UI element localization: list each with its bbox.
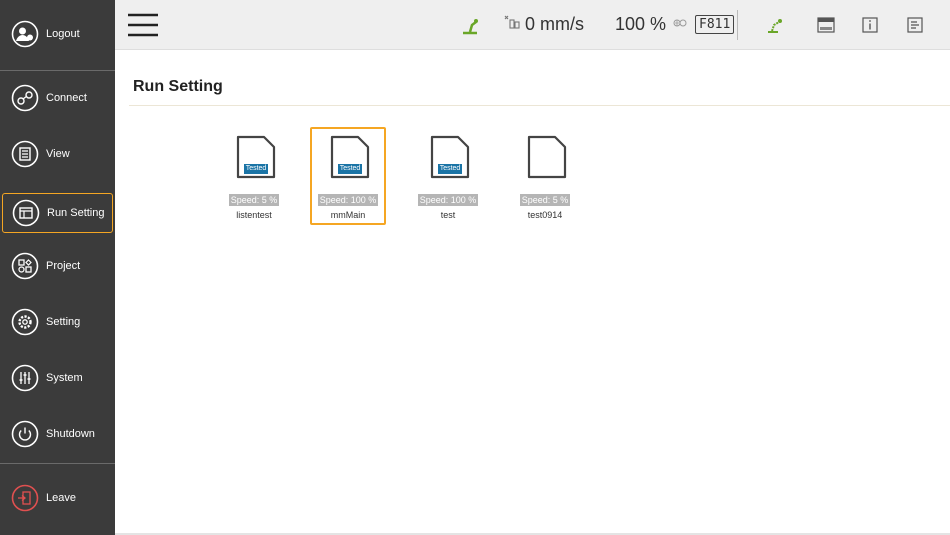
file-item-test[interactable]: Tested Speed: 100 % test	[410, 127, 486, 225]
speed-readout: 0 mm/s	[503, 0, 584, 49]
sidebar-item-label: Setting	[46, 316, 81, 328]
sidebar-item-setting[interactable]: Setting	[2, 302, 113, 342]
exit-door-icon	[10, 483, 40, 513]
percent-value: 100 %	[615, 14, 667, 34]
sidebar-item-view[interactable]: View	[2, 134, 113, 174]
file-name: test0914	[527, 210, 563, 220]
user-icon	[10, 19, 40, 49]
sidebar-item-label: Shutdown	[46, 428, 95, 440]
robot-arm-icon[interactable]	[765, 0, 785, 49]
hamburger-menu-icon[interactable]	[127, 12, 159, 38]
link-icon	[672, 16, 688, 34]
sidebar-item-label: Logout	[46, 28, 80, 40]
connect-icon	[10, 83, 40, 113]
view-icon	[10, 139, 40, 169]
speed-value: 0 mm/s	[525, 14, 585, 34]
sidebar-item-label: Run Setting	[47, 207, 105, 219]
top-bar: 0 mm/s 100 % F811	[115, 0, 950, 50]
sidebar-item-label: Leave	[46, 492, 76, 504]
sidebar-item-system[interactable]: System	[2, 358, 113, 398]
sidebar-item-run-setting[interactable]: Run Setting	[2, 193, 113, 233]
toolbar-divider	[737, 10, 738, 40]
sidebar-divider	[0, 70, 115, 71]
file-item-mmmain[interactable]: Tested Speed: 100 % mmMain	[310, 127, 386, 225]
file-speed: Speed: 5 %	[228, 194, 280, 206]
file-name: test	[440, 210, 456, 220]
percent-readout: 100 %	[615, 0, 688, 49]
run-setting-icon	[11, 198, 41, 228]
robot-status-icon	[459, 0, 481, 49]
file-item-listentest[interactable]: Tested Speed: 5 % listentest	[216, 127, 292, 225]
title-divider	[129, 105, 950, 106]
speed-mode-icon	[503, 13, 521, 36]
sidebar-item-shutdown[interactable]: Shutdown	[2, 414, 113, 454]
info-icon[interactable]	[862, 0, 878, 49]
sidebar-item-label: View	[46, 148, 70, 160]
file-name: listentest	[236, 210, 272, 220]
sidebar-item-logout[interactable]: Logout	[2, 14, 113, 54]
sidebar-item-leave[interactable]: Leave	[2, 478, 113, 518]
page-title: Run Setting	[133, 78, 223, 95]
panel-icon[interactable]	[817, 0, 835, 49]
sidebar-divider	[0, 463, 115, 464]
sidebar-item-project[interactable]: Project	[2, 246, 113, 286]
file-speed: Speed: 100 %	[317, 194, 379, 206]
power-icon	[10, 419, 40, 449]
tested-tag: Tested	[438, 164, 462, 174]
document-icon	[527, 135, 567, 179]
sidebar-item-label: System	[46, 372, 83, 384]
sidebar: Logout Connect View Run Setting Project …	[0, 0, 115, 535]
file-speed: Speed: 100 %	[417, 194, 479, 206]
sidebar-item-connect[interactable]: Connect	[2, 78, 113, 118]
log-icon[interactable]	[907, 0, 923, 49]
f811-badge[interactable]: F811	[695, 0, 735, 49]
sidebar-item-label: Connect	[46, 92, 87, 104]
file-item-test0914[interactable]: Speed: 5 % test0914	[507, 127, 583, 225]
sidebar-item-label: Project	[46, 260, 81, 272]
tested-tag: Tested	[244, 164, 268, 174]
file-speed: Speed: 5 %	[519, 194, 571, 206]
gear-icon	[10, 307, 40, 337]
tested-tag: Tested	[338, 164, 362, 174]
file-name: mmMain	[330, 210, 366, 220]
project-icon	[10, 251, 40, 281]
sliders-icon	[10, 363, 40, 393]
